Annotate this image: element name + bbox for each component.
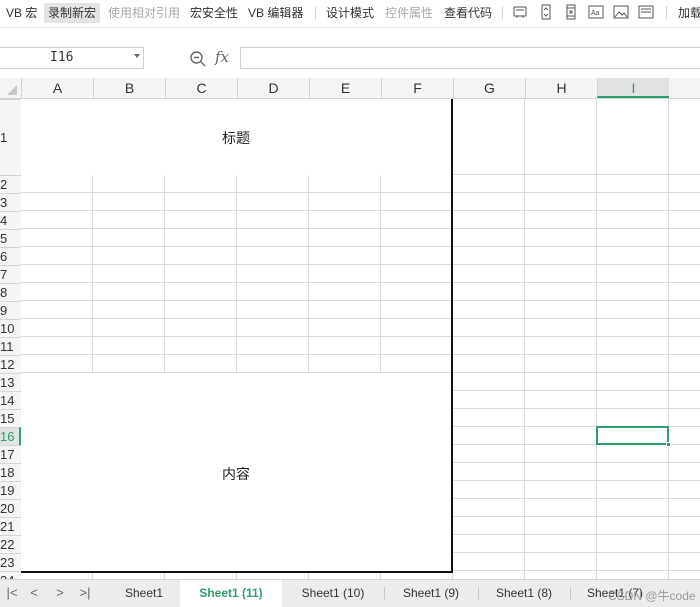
row-header-15[interactable]: 15 [0, 409, 21, 427]
row-gridline [21, 228, 700, 229]
prev-sheet-icon[interactable]: < [27, 585, 41, 601]
column-header-h[interactable]: H [525, 78, 597, 98]
svg-text:Aa: Aa [591, 10, 600, 17]
active-cell-cursor[interactable] [596, 426, 669, 445]
row-header-10[interactable]: 10 [0, 319, 21, 337]
column-header-e[interactable]: E [309, 78, 381, 98]
table-border [451, 99, 453, 573]
control-properties-button[interactable]: 控件属性 [381, 3, 437, 23]
row-gridline [21, 192, 700, 193]
vb-editor-button[interactable]: VB 编辑器 [244, 3, 307, 23]
design-mode-button[interactable]: 设计模式 [322, 3, 378, 23]
fill-handle[interactable] [666, 442, 671, 447]
row-gridline [21, 264, 700, 265]
column-gridline [596, 99, 597, 579]
row-header-9[interactable]: 9 [0, 301, 21, 319]
row-gridline [21, 282, 700, 283]
row-header-19[interactable]: 19 [0, 481, 21, 499]
row-header-20[interactable]: 20 [0, 499, 21, 517]
sheet-tab[interactable]: Sheet1 (9) [384, 580, 478, 607]
row-header-14[interactable]: 14 [0, 391, 21, 409]
row-gridline [21, 318, 700, 319]
row-header-16[interactable]: 16 [0, 427, 21, 445]
row-header-7[interactable]: 7 [0, 265, 21, 283]
row-gridline [21, 300, 700, 301]
row-header-3[interactable]: 3 [0, 193, 21, 211]
sheet-tab[interactable]: Sheet1 (10) [282, 580, 384, 607]
view-code-button[interactable]: 查看代码 [440, 3, 496, 23]
sheet-tab[interactable]: Sheet1 [108, 580, 180, 607]
row-header-11[interactable]: 11 [0, 337, 21, 355]
scrollbar-control-icon[interactable] [563, 4, 579, 20]
developer-ribbon: VB 宏 录制新宏 使用相对引用 宏安全性 VB 编辑器 设计模式 控件属性 查… [0, 0, 700, 28]
row-gridline [21, 210, 700, 211]
column-header-a[interactable]: A [21, 78, 93, 98]
ribbon-divider [502, 6, 503, 20]
sheet-tab-bar: |< < > >| Sheet1 Sheet1 (11) Sheet1 (10) Sh… [0, 579, 700, 607]
column-header-b[interactable]: B [93, 78, 165, 98]
function-icon[interactable]: fx [215, 48, 229, 66]
row-header-17[interactable]: 17 [0, 445, 21, 463]
row-header-23[interactable]: 23 [0, 553, 21, 571]
sheet-tab[interactable]: Sheet1 (11) [180, 580, 282, 607]
ribbon-divider [666, 6, 667, 20]
relative-reference-button[interactable]: 使用相对引用 [104, 3, 184, 23]
formula-bar: I16 fx [0, 44, 700, 72]
row-gridline [21, 246, 700, 247]
column-gridline [668, 99, 669, 579]
vb-macro-button[interactable]: VB 宏 [2, 3, 41, 23]
sheet-tab[interactable]: Sheet1 (8) [478, 580, 570, 607]
column-header: ABCDEFGHI [0, 78, 700, 99]
column-header-f[interactable]: F [381, 78, 453, 98]
row-header-5[interactable]: 5 [0, 229, 21, 247]
zoom-icon[interactable] [189, 50, 207, 68]
select-all-corner[interactable] [0, 78, 21, 98]
cell-grid[interactable]: 标题 内容 [21, 99, 700, 579]
row-header-21[interactable]: 21 [0, 517, 21, 535]
record-macro-button[interactable]: 录制新宏 [44, 3, 101, 23]
row-header-22[interactable]: 22 [0, 535, 21, 553]
column-header-i[interactable]: I [597, 78, 669, 98]
row-header-1[interactable]: 1 [0, 99, 21, 175]
last-sheet-icon[interactable]: >| [78, 585, 92, 601]
column-header-g[interactable]: G [453, 78, 525, 98]
title-cell-text: 标题 [222, 130, 250, 146]
column-header-d[interactable]: D [237, 78, 309, 98]
spinner-control-icon[interactable] [538, 4, 554, 20]
row-header-24[interactable]: 24 [0, 571, 21, 579]
row-gridline [21, 336, 700, 337]
watermark: CSDN @牛code [608, 589, 696, 603]
image-control-icon[interactable] [613, 4, 629, 20]
label-control-icon[interactable] [512, 4, 528, 20]
listbox-control-icon[interactable] [638, 4, 654, 20]
table-border [21, 571, 453, 573]
row-header-6[interactable]: 6 [0, 247, 21, 265]
row-header-8[interactable]: 8 [0, 283, 21, 301]
formula-input[interactable] [240, 47, 700, 69]
column-gridline [524, 99, 525, 579]
first-sheet-icon[interactable]: |< [5, 585, 19, 601]
row-header-18[interactable]: 18 [0, 463, 21, 481]
row-header-13[interactable]: 13 [0, 373, 21, 391]
sheet-tab-divider [570, 587, 571, 600]
sheet-tab-divider [478, 587, 479, 600]
chevron-down-icon[interactable] [134, 54, 140, 58]
next-sheet-icon[interactable]: > [53, 585, 67, 601]
content-cell-text: 内容 [222, 466, 250, 482]
addins-button[interactable]: 加载 [674, 3, 700, 23]
sheet-tab-divider [384, 587, 385, 600]
row-header-4[interactable]: 4 [0, 211, 21, 229]
ribbon-divider [315, 6, 316, 20]
name-box[interactable]: I16 [0, 47, 144, 69]
macro-security-button[interactable]: 宏安全性 [186, 3, 242, 23]
textbox-control-icon[interactable]: Aa [588, 4, 604, 20]
row-header-2[interactable]: 2 [0, 175, 21, 193]
row-header-12[interactable]: 12 [0, 355, 21, 373]
column-header-c[interactable]: C [165, 78, 237, 98]
row-gridline [21, 354, 700, 355]
row-header: 123456789101112131415161718192021222324 [0, 99, 21, 579]
